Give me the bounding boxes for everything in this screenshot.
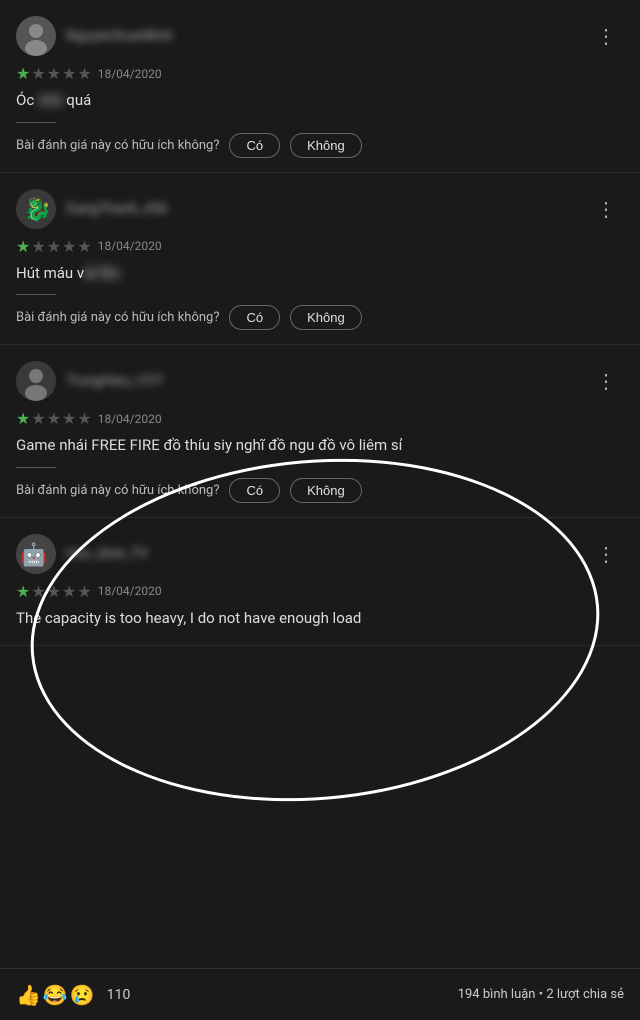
helpful-label: Bài đánh giá này có hữu ích không?	[16, 138, 219, 153]
star-2: ★	[31, 582, 45, 601]
star-1: ★	[16, 64, 30, 83]
star-3: ★	[47, 237, 61, 256]
helpful-row: Bài đánh giá này có hữu ích không? Có Kh…	[16, 478, 624, 503]
stars-row: ★ ★ ★ ★ ★ 18/04/2020	[16, 237, 624, 256]
star-4: ★	[62, 409, 76, 428]
review-date: 18/04/2020	[98, 584, 162, 598]
review-header: 🤖 Hoc_Sinh_TV ⋮	[16, 534, 624, 574]
star-3: ★	[47, 64, 61, 83]
reaction-icons: 👍 😂 😢	[16, 983, 95, 1007]
star-1: ★	[16, 237, 30, 256]
star-3: ★	[47, 582, 61, 601]
reviewer-name: DangThanh_456	[66, 201, 167, 217]
svg-text:🐉: 🐉	[24, 197, 51, 223]
star-2: ★	[31, 64, 45, 83]
helpful-no-button[interactable]: Không	[290, 478, 362, 503]
star-2: ★	[31, 237, 45, 256]
review-item: 🐉 DangThanh_456 ⋮ ★ ★ ★ ★ ★ 18/04/2020 H…	[0, 173, 640, 346]
helpful-row: Bài đánh giá này có hữu ích không? Có Kh…	[16, 133, 624, 158]
reviewer-info: 🐉 DangThanh_456	[16, 189, 167, 229]
review-date: 18/04/2020	[98, 412, 162, 426]
helpful-no-button[interactable]: Không	[290, 305, 362, 330]
helpful-yes-button[interactable]: Có	[229, 305, 280, 330]
star-rating: ★ ★ ★ ★ ★	[16, 64, 92, 83]
reaction-count: 110	[107, 987, 131, 1003]
helpful-row: Bài đánh giá này có hữu ích không? Có Kh…	[16, 305, 624, 330]
reviewer-info: NguyenXuanBinh	[16, 16, 173, 56]
review-text: Game nhái FREE FIRE đồ thíu siy nghĩ đồ …	[16, 434, 624, 457]
like-icon: 👍	[16, 983, 41, 1007]
review-list: NguyenXuanBinh ⋮ ★ ★ ★ ★ ★ 18/04/2020 Óc…	[0, 0, 640, 706]
star-rating: ★ ★ ★ ★ ★	[16, 582, 92, 601]
reviewer-info: TrungHieu_VVY	[16, 361, 163, 401]
star-1: ★	[16, 409, 30, 428]
more-options-icon[interactable]: ⋮	[588, 538, 624, 570]
more-options-icon[interactable]: ⋮	[588, 20, 624, 52]
helpful-label: Bài đánh giá này có hữu ích không?	[16, 483, 219, 498]
star-4: ★	[62, 237, 76, 256]
stars-row: ★ ★ ★ ★ ★ 18/04/2020	[16, 409, 624, 428]
review-item: 🤖 Hoc_Sinh_TV ⋮ ★ ★ ★ ★ ★ 18/04/2020 The…	[0, 518, 640, 647]
reviewer-name: TrungHieu_VVY	[66, 373, 163, 389]
review-text: The capacity is too heavy, I do not have…	[16, 607, 624, 630]
helpful-no-button[interactable]: Không	[290, 133, 362, 158]
more-options-icon[interactable]: ⋮	[588, 365, 624, 397]
helpful-label: Bài đánh giá này có hữu ích không?	[16, 310, 219, 325]
star-5: ★	[77, 582, 91, 601]
avatar	[16, 16, 56, 56]
review-header: TrungHieu_VVY ⋮	[16, 361, 624, 401]
bottom-bar: 👍 😂 😢 110 194 bình luận • 2 lượt chia sẻ	[0, 968, 640, 1020]
reviewer-name: NguyenXuanBinh	[66, 28, 173, 44]
helpful-yes-button[interactable]: Có	[229, 133, 280, 158]
divider	[16, 294, 56, 295]
star-3: ★	[47, 409, 61, 428]
star-rating: ★ ★ ★ ★ ★	[16, 237, 92, 256]
star-5: ★	[77, 64, 91, 83]
svg-text:🤖: 🤖	[20, 542, 47, 568]
review-date: 18/04/2020	[98, 239, 162, 253]
star-rating: ★ ★ ★ ★ ★	[16, 409, 92, 428]
stars-row: ★ ★ ★ ★ ★ 18/04/2020	[16, 582, 624, 601]
star-2: ★	[31, 409, 45, 428]
comment-info: 194 bình luận • 2 lượt chia sẻ	[458, 987, 624, 1002]
review-date: 18/04/2020	[98, 67, 162, 81]
star-1: ★	[16, 582, 30, 601]
review-header: NguyenXuanBinh ⋮	[16, 16, 624, 56]
review-header: 🐉 DangThanh_456 ⋮	[16, 189, 624, 229]
review-item-circled: TrungHieu_VVY ⋮ ★ ★ ★ ★ ★ 18/04/2020 Gam…	[0, 345, 640, 518]
review-text: Hút máu vãi lồn	[16, 262, 624, 285]
more-options-icon[interactable]: ⋮	[588, 193, 624, 225]
helpful-yes-button[interactable]: Có	[229, 478, 280, 503]
divider	[16, 122, 56, 123]
review-text: Óc chó quá	[16, 89, 624, 112]
avatar: 🤖	[16, 534, 56, 574]
reviewer-name: Hoc_Sinh_TV	[66, 546, 148, 562]
star-5: ★	[77, 409, 91, 428]
review-item: NguyenXuanBinh ⋮ ★ ★ ★ ★ ★ 18/04/2020 Óc…	[0, 0, 640, 173]
star-5: ★	[77, 237, 91, 256]
avatar	[16, 361, 56, 401]
reviewer-info: 🤖 Hoc_Sinh_TV	[16, 534, 148, 574]
haha-icon: 😂	[43, 983, 68, 1007]
star-4: ★	[62, 64, 76, 83]
star-4: ★	[62, 582, 76, 601]
avatar: 🐉	[16, 189, 56, 229]
sad-icon: 😢	[70, 983, 95, 1007]
stars-row: ★ ★ ★ ★ ★ 18/04/2020	[16, 64, 624, 83]
divider	[16, 467, 56, 468]
